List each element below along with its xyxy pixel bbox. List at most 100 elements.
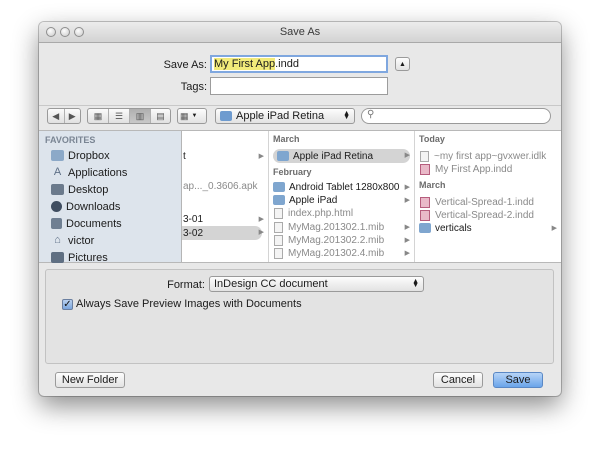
sidebar-item-label: Dropbox bbox=[68, 149, 110, 162]
list-item-label: Vertical-Spread-1.indd bbox=[435, 196, 534, 208]
file-browser: FAVORITES Dropbox A Applications Desktop … bbox=[39, 130, 561, 266]
location-name: Apple iPad Retina bbox=[236, 110, 325, 122]
file-icon bbox=[274, 234, 283, 246]
list-item-label: ap..._0.3606.apk bbox=[183, 180, 258, 192]
save-button[interactable]: Save bbox=[493, 372, 543, 388]
chevron-right-icon: ▶ bbox=[404, 224, 410, 231]
sidebar-item-label: victor bbox=[68, 234, 95, 247]
sidebar-item-documents[interactable]: Documents bbox=[51, 215, 122, 232]
folder-icon bbox=[419, 223, 431, 233]
list-item-label: Android Tablet 1280x800 bbox=[289, 181, 400, 193]
list-item[interactable]: t ▶ bbox=[182, 149, 268, 163]
cover-flow-icon[interactable]: ▤ bbox=[151, 109, 170, 123]
preview-checkbox-label[interactable]: Always Save Preview Images with Document… bbox=[76, 298, 302, 310]
arrange-popup[interactable]: ▦ ▼ bbox=[177, 108, 207, 124]
window-title: Save As bbox=[279, 26, 321, 38]
list-item[interactable]: Android Tablet 1280x800 ▶ bbox=[269, 180, 414, 194]
chevron-right-icon: ▶ bbox=[258, 216, 264, 223]
applications-icon: A bbox=[53, 166, 62, 178]
folder-icon bbox=[273, 195, 285, 205]
list-item[interactable]: ~my first app~gvxwer.idlk bbox=[415, 149, 561, 163]
indesign-file-icon bbox=[420, 163, 430, 175]
format-popup[interactable]: InDesign CC document ▲ ▼ bbox=[209, 276, 424, 292]
location-popup[interactable]: Apple iPad Retina ▲ ▼ bbox=[215, 108, 355, 124]
list-item[interactable]: MyMag.201302.4.mib ▶ bbox=[269, 246, 414, 260]
documents-icon bbox=[51, 218, 62, 229]
list-item[interactable]: Apple iPad ▶ bbox=[269, 193, 414, 207]
preview-checkbox[interactable]: ✓ bbox=[62, 299, 73, 310]
desktop-icon bbox=[51, 184, 64, 195]
list-item-label: Apple iPad Retina bbox=[293, 150, 374, 162]
chevron-right-icon: ▶ bbox=[551, 225, 557, 232]
sidebar-item-dropbox[interactable]: Dropbox bbox=[51, 147, 110, 164]
chevron-right-icon: ▶ bbox=[404, 237, 410, 244]
list-item-label: verticals bbox=[435, 222, 472, 234]
save-as-dialog: Save As Save As: My First App.indd ▲ Tag… bbox=[39, 22, 561, 396]
search-icon: ⚲ bbox=[367, 109, 375, 120]
list-item[interactable]: 3-01 ▶ bbox=[182, 212, 268, 226]
dropbox-folder-icon bbox=[51, 150, 64, 161]
list-item-label: MyMag.201302.1.mib bbox=[288, 221, 385, 233]
sidebar-item-applications[interactable]: A Applications bbox=[51, 164, 128, 181]
sidebar-item-label: Pictures bbox=[68, 251, 108, 264]
column-view-icon[interactable]: ▥ bbox=[129, 109, 151, 123]
list-item-selected[interactable]: 3-02 bbox=[182, 226, 262, 240]
list-item[interactable]: index.php.html bbox=[269, 206, 414, 220]
folder-icon bbox=[277, 151, 289, 161]
column-2: March Apple iPad Retina ▶ February Andro… bbox=[269, 131, 415, 262]
favorites-heading: FAVORITES bbox=[45, 135, 96, 145]
back-arrow-icon[interactable]: ◀ bbox=[48, 109, 65, 123]
list-item[interactable]: Vertical-Spread-2.indd bbox=[415, 208, 561, 222]
sidebar-item-pictures[interactable]: Pictures bbox=[51, 249, 108, 266]
list-item[interactable]: My First App.indd bbox=[415, 162, 561, 176]
forward-arrow-icon[interactable]: ▶ bbox=[65, 109, 81, 123]
chevron-right-icon: ▶ bbox=[404, 152, 410, 159]
today-heading: Today bbox=[419, 134, 445, 144]
tags-label: Tags: bbox=[180, 81, 207, 93]
list-item-label: Apple iPad bbox=[289, 194, 338, 206]
sidebar-item-label: Applications bbox=[68, 166, 128, 179]
chevron-right-icon: ▶ bbox=[258, 153, 264, 160]
list-item-label: ~my first app~gvxwer.idlk bbox=[434, 150, 547, 162]
list-item-label: 3-02 bbox=[183, 227, 204, 239]
search-field[interactable]: ⚲ bbox=[361, 108, 551, 124]
format-label: Format: bbox=[167, 279, 205, 291]
sidebar-item-desktop[interactable]: Desktop bbox=[51, 181, 108, 198]
indesign-file-icon bbox=[420, 196, 430, 208]
filename-selected-text: My First App bbox=[214, 58, 276, 70]
sidebar-item-label: Downloads bbox=[66, 200, 121, 213]
lock-file-icon bbox=[420, 150, 429, 162]
arrange-chevron-down-icon: ▼ bbox=[191, 113, 198, 119]
list-item-label: t bbox=[183, 150, 186, 162]
back-forward-control[interactable]: ◀ ▶ bbox=[47, 108, 81, 124]
list-item[interactable]: Vertical-Spread-1.indd bbox=[415, 195, 561, 209]
folder-icon bbox=[220, 111, 232, 121]
sidebar-item-victor[interactable]: ⌂ victor bbox=[51, 232, 94, 249]
sidebar-item-label: Documents bbox=[66, 217, 122, 230]
march-heading: March bbox=[419, 180, 446, 190]
pictures-icon bbox=[51, 252, 64, 263]
format-updown-icon: ▲ ▼ bbox=[412, 278, 419, 289]
list-item-selected[interactable]: Apple iPad Retina bbox=[273, 149, 410, 163]
tags-field[interactable] bbox=[210, 77, 388, 95]
list-item[interactable]: verticals ▶ bbox=[415, 221, 561, 235]
checkmark-icon: ✓ bbox=[63, 299, 72, 310]
list-view-icon[interactable]: ☰ bbox=[109, 109, 130, 123]
chevron-right-icon: ▶ bbox=[404, 197, 410, 204]
february-heading: February bbox=[273, 167, 312, 177]
chevron-right-icon: ▶ bbox=[404, 184, 410, 191]
home-icon: ⌂ bbox=[54, 234, 61, 246]
indesign-file-icon bbox=[420, 209, 430, 221]
view-mode-control[interactable]: ▦ ☰ ▥ ▤ bbox=[87, 108, 171, 124]
new-folder-button[interactable]: New Folder bbox=[55, 372, 125, 388]
list-item[interactable]: ap..._0.3606.apk bbox=[182, 179, 268, 193]
icon-view-icon[interactable]: ▦ bbox=[88, 109, 109, 123]
chevron-right-icon: ▶ bbox=[258, 229, 264, 236]
sidebar-item-downloads[interactable]: Downloads bbox=[51, 198, 120, 215]
cancel-button[interactable]: Cancel bbox=[433, 372, 483, 388]
list-item[interactable]: MyMag.201302.2.mib ▶ bbox=[269, 233, 414, 247]
expand-browser-button[interactable]: ▲ bbox=[395, 57, 410, 71]
list-item[interactable]: MyMag.201302.1.mib ▶ bbox=[269, 220, 414, 234]
march-heading: March bbox=[273, 134, 300, 144]
save-as-field[interactable]: My First App.indd bbox=[210, 55, 388, 73]
